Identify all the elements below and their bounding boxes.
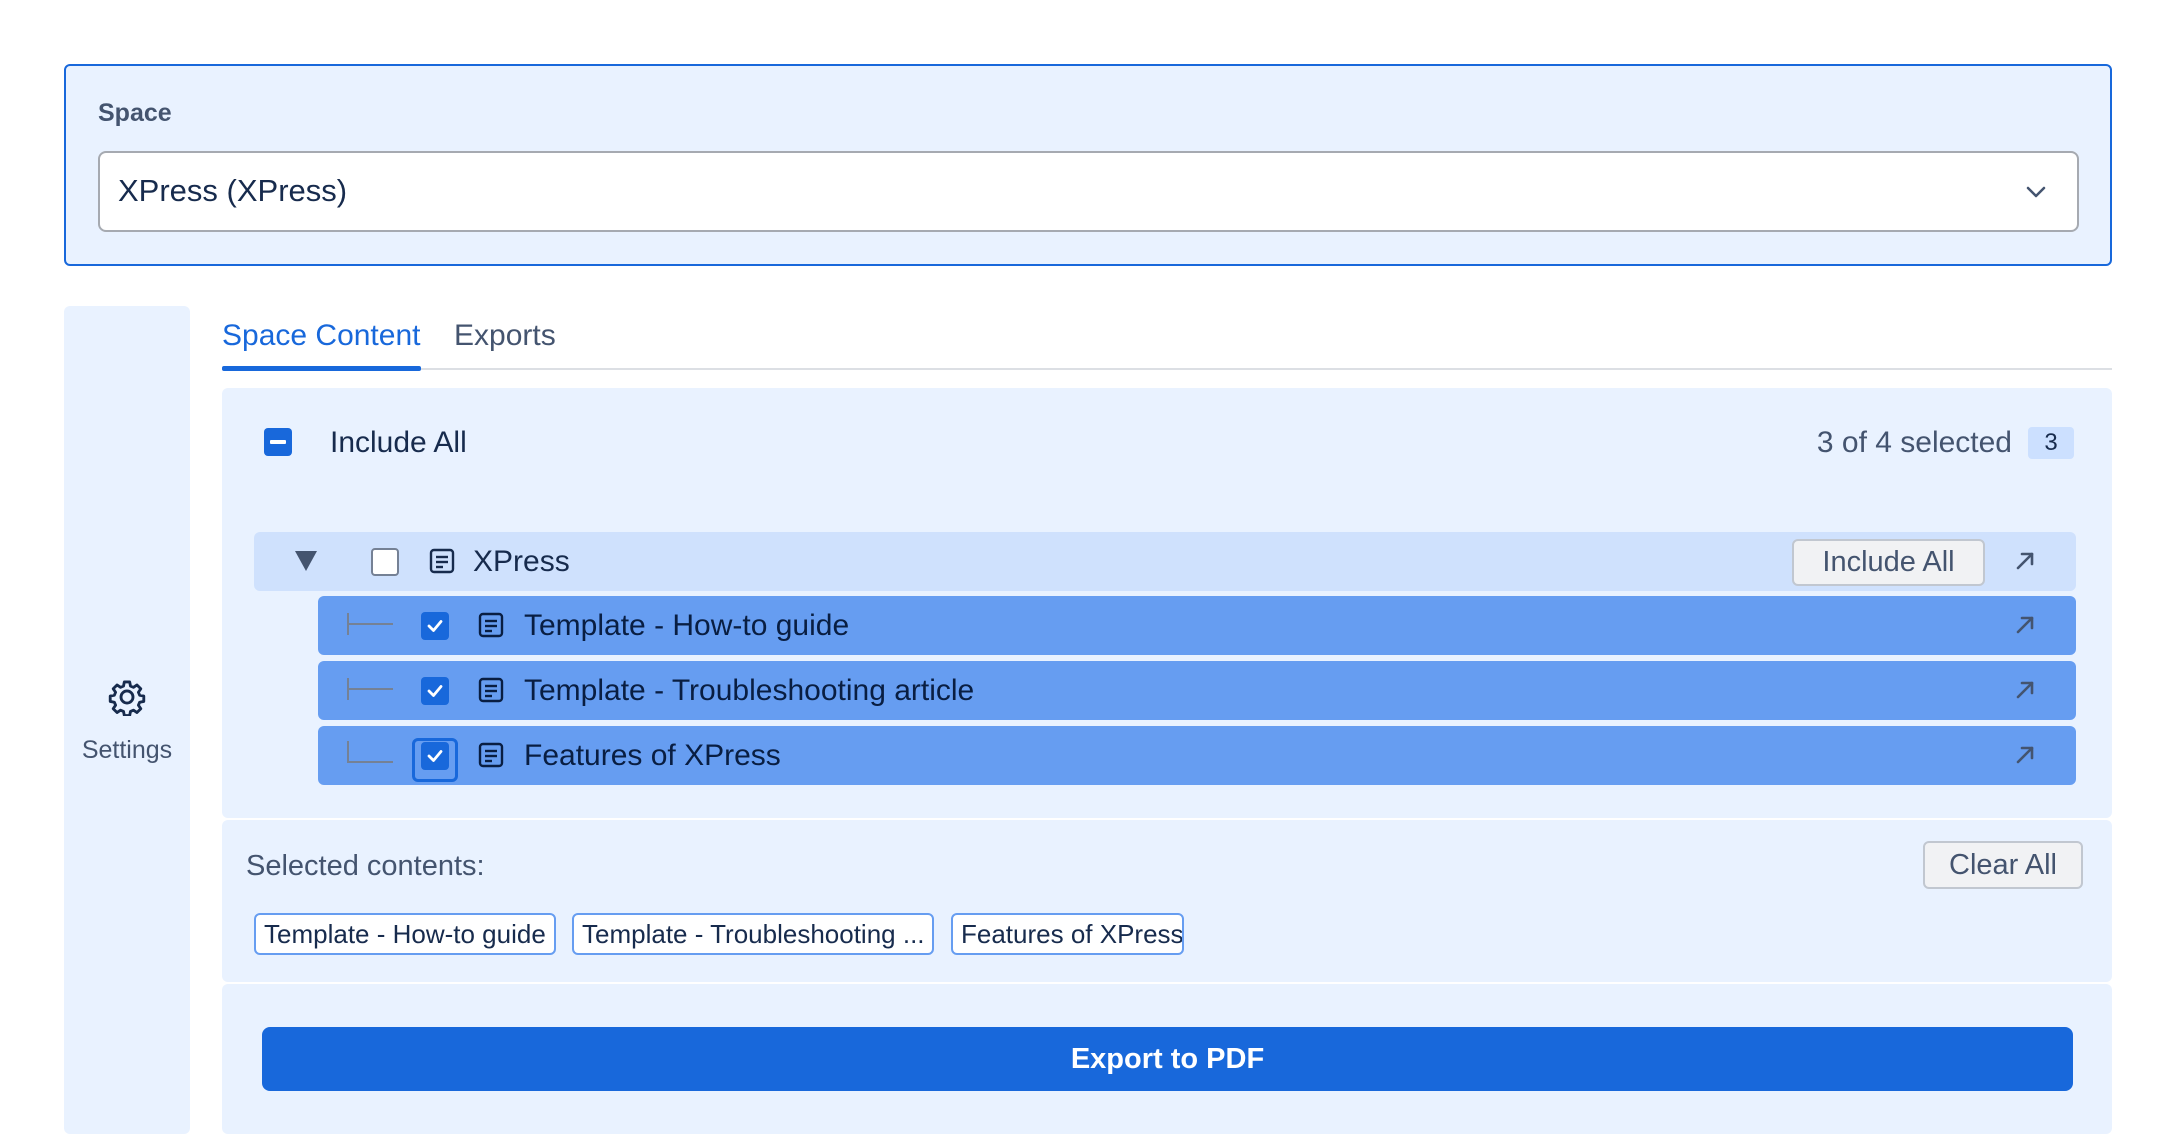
include-all-label: Include All xyxy=(330,426,467,459)
page-icon xyxy=(478,677,504,703)
root-checkbox[interactable] xyxy=(371,548,399,576)
selected-contents-title: Selected contents: xyxy=(246,850,485,882)
tree-connector xyxy=(347,741,393,763)
tree-connector xyxy=(347,678,393,700)
space-dropdown[interactable]: XPress (XPress) xyxy=(98,151,2079,232)
arrow-up-right-icon[interactable] xyxy=(2012,548,2038,574)
tree-connector xyxy=(347,613,393,635)
selected-chip[interactable]: Features of XPress xyxy=(951,913,1184,955)
settings-rail[interactable]: Settings xyxy=(64,306,190,1134)
tree-root-label: XPress xyxy=(473,545,570,578)
tab-exports[interactable]: Exports xyxy=(454,319,556,353)
active-tab-indicator xyxy=(222,366,421,371)
include-all-button[interactable]: Include All xyxy=(1792,539,1985,586)
page-icon xyxy=(429,548,455,574)
tab-divider xyxy=(222,368,2112,370)
space-dropdown-value: XPress (XPress) xyxy=(118,173,348,208)
selected-chip[interactable]: Template - How-to guide xyxy=(254,913,556,955)
tree-child-label: Template - Troubleshooting article xyxy=(524,674,975,707)
tab-space-content[interactable]: Space Content xyxy=(222,319,420,353)
selected-count-text: 3 of 4 selected xyxy=(1816,426,2012,459)
arrow-up-right-icon[interactable] xyxy=(2012,612,2038,638)
page-icon xyxy=(478,612,504,638)
selected-count-badge: 3 xyxy=(2028,427,2074,459)
tree-child-label: Template - How-to guide xyxy=(524,609,850,642)
settings-label: Settings xyxy=(81,736,173,764)
include-all-checkbox[interactable] xyxy=(264,428,292,456)
tree-child-label: Features of XPress xyxy=(524,739,781,772)
child-checkbox[interactable] xyxy=(421,677,449,705)
child-checkbox[interactable] xyxy=(421,612,449,640)
space-label: Space xyxy=(98,99,172,127)
child-checkbox[interactable] xyxy=(421,742,449,770)
export-to-pdf-button[interactable]: Export to PDF xyxy=(262,1027,2073,1091)
clear-all-button[interactable]: Clear All xyxy=(1923,841,2083,889)
chevron-down-icon xyxy=(2026,186,2046,198)
arrow-up-right-icon[interactable] xyxy=(2012,742,2038,768)
page-icon xyxy=(478,742,504,768)
gear-icon xyxy=(108,680,146,716)
selected-contents-panel xyxy=(222,820,2112,982)
selected-chip[interactable]: Template - Troubleshooting ... xyxy=(572,913,934,955)
arrow-up-right-icon[interactable] xyxy=(2012,677,2038,703)
expand-caret-icon[interactable] xyxy=(295,551,317,571)
